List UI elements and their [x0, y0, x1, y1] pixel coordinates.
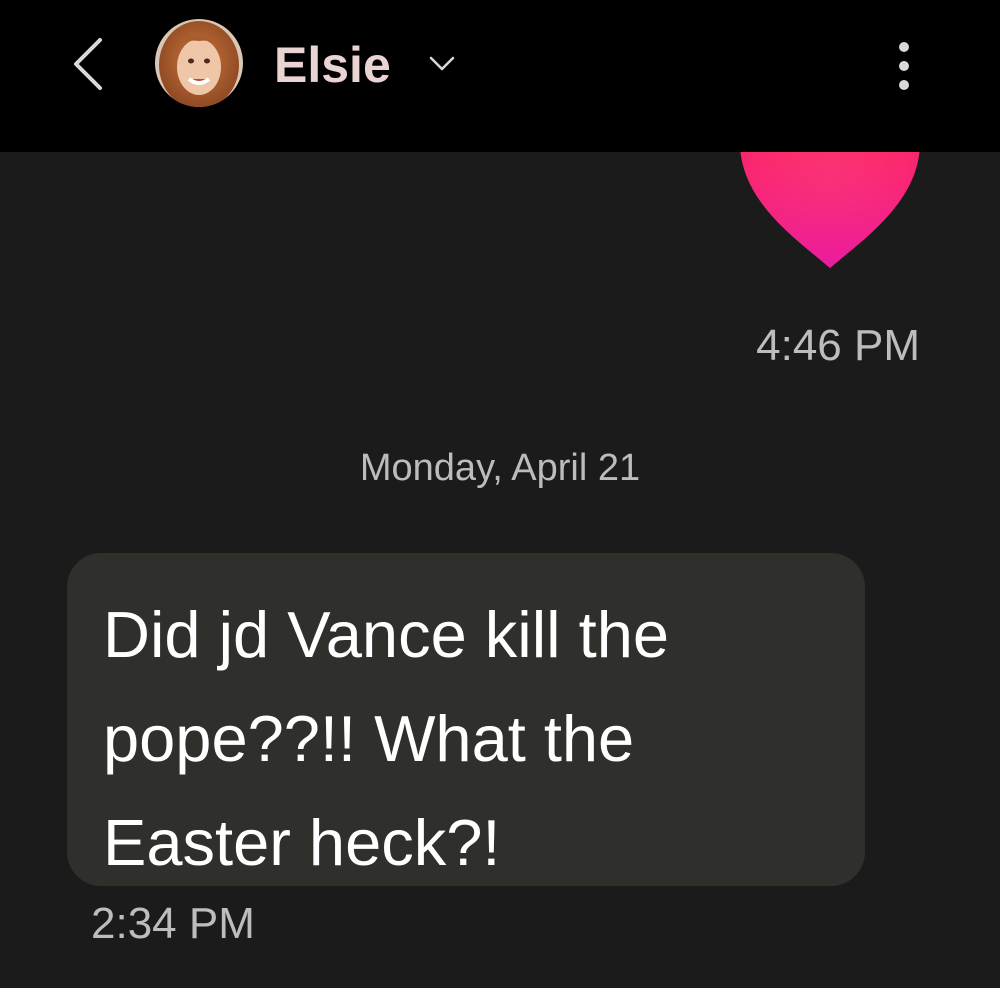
sent-message-timestamp: 4:46 PM [756, 321, 920, 370]
more-vertical-icon [899, 42, 909, 90]
more-options-button[interactable] [880, 34, 928, 98]
messaging-screen: 4:46 PM Monday, April 21 Did jd Vance ki… [0, 0, 1000, 988]
back-button[interactable] [62, 34, 114, 94]
received-message-timestamp: 2:34 PM [91, 899, 255, 948]
contact-name[interactable]: Elsie [274, 34, 391, 96]
received-message-bubble[interactable]: Did jd Vance kill the pope??!! What the … [67, 553, 865, 886]
contact-details-toggle[interactable] [426, 48, 458, 80]
conversation-header: Elsie [0, 0, 1000, 152]
avatar-image [155, 19, 243, 107]
chevron-down-icon [429, 56, 455, 71]
received-message-text: Did jd Vance kill the pope??!! What the … [103, 598, 670, 879]
date-divider: Monday, April 21 [359, 447, 641, 489]
contact-avatar[interactable] [155, 19, 243, 107]
chevron-left-icon [74, 38, 102, 90]
